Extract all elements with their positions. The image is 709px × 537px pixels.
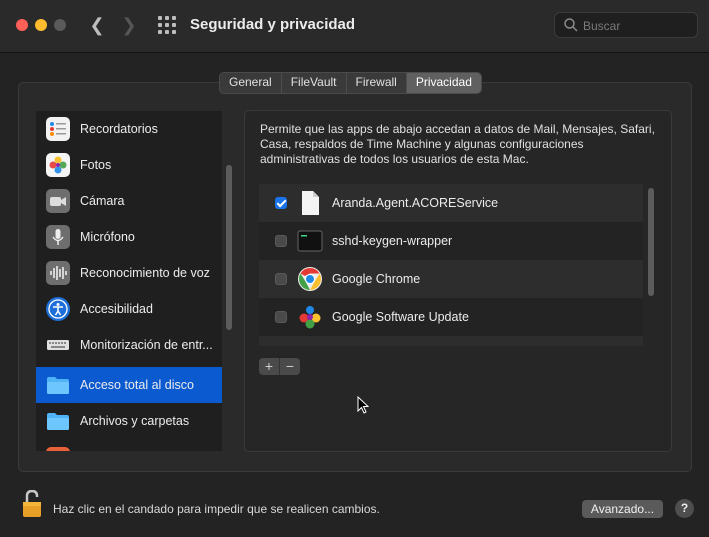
app-checkbox[interactable] [275, 197, 287, 209]
app-row-aranda[interactable]: Aranda.Agent.ACOREService [259, 184, 643, 222]
keyboard-icon [46, 333, 70, 357]
document-icon [297, 190, 323, 216]
app-name: sshd-keygen-wrapper [332, 234, 453, 248]
app-checkbox[interactable] [275, 235, 287, 247]
sidebar-item-acceso-total-al-disco[interactable]: Acceso total al disco [36, 367, 222, 403]
folder-icon [46, 373, 70, 397]
sidebar-item-label: Reconocimiento de voz [80, 266, 210, 280]
folder-icon [46, 409, 70, 433]
forward-icon[interactable]: ❯ [118, 14, 140, 36]
sidebar-item-archivos-y-carpetas[interactable]: Archivos y carpetas [36, 403, 222, 439]
software-update-icon [297, 304, 323, 330]
speech-recognition-icon [46, 261, 70, 285]
search-input[interactable] [581, 16, 695, 36]
sidebar-item-partial[interactable] [36, 441, 222, 451]
partial-app-icon [297, 342, 323, 346]
tab-privacidad[interactable]: Privacidad [406, 73, 481, 93]
lock-message: Haz clic en el candado para impedir que … [53, 502, 380, 516]
privacy-category-list[interactable]: Recordatorios Fotos Cámara Micrófono Rec… [36, 111, 222, 451]
zoom-button[interactable] [54, 19, 66, 31]
search-field[interactable] [554, 12, 698, 38]
minimize-button[interactable] [35, 19, 47, 31]
tab-general[interactable]: General [220, 73, 282, 93]
sidebar-item-label: Recordatorios [80, 122, 158, 136]
add-app-button[interactable]: + [259, 358, 280, 375]
help-button[interactable]: ? [675, 499, 694, 518]
app-row-sshd-keygen-wrapper[interactable]: sshd-keygen-wrapper [259, 222, 643, 260]
chrome-icon [297, 266, 323, 292]
sidebar-item-label: Micrófono [80, 230, 135, 244]
app-list-scrollbar[interactable] [648, 188, 654, 296]
sidebar-item-label: Cámara [80, 194, 125, 208]
show-all-grid-icon[interactable] [158, 16, 176, 34]
sidebar-item-label: Fotos [80, 158, 112, 172]
app-name: Aranda.Agent.ACOREService [332, 196, 499, 210]
sidebar-item-label: Accesibilidad [80, 302, 153, 316]
app-row-google-chrome[interactable]: Google Chrome [259, 260, 643, 298]
back-icon[interactable]: ❮ [86, 14, 108, 36]
window: ❮ ❯ Seguridad y privacidad General FileV… [0, 0, 709, 537]
sidebar-item-microfono[interactable]: Micrófono [36, 219, 222, 255]
app-list[interactable]: Aranda.Agent.ACOREService sshd-keygen-wr… [259, 184, 643, 346]
accessibility-icon [46, 297, 70, 321]
sidebar-item-label: Acceso total al disco [80, 378, 194, 392]
sidebar-scrollbar[interactable] [226, 165, 232, 330]
partial-app-icon [46, 447, 70, 451]
advanced-button[interactable]: Avanzado... [582, 500, 663, 518]
unlocked-padlock-icon[interactable] [22, 490, 42, 518]
window-title: Seguridad y privacidad [190, 16, 356, 33]
remove-app-button[interactable]: − [280, 358, 300, 375]
photos-icon [46, 153, 70, 177]
text-cursor-icon [357, 396, 369, 414]
sidebar-item-recordatorios[interactable]: Recordatorios [36, 111, 222, 147]
sidebar-item-label: Archivos y carpetas [80, 414, 190, 428]
access-description: Permite que las apps de abajo accedan a … [260, 122, 655, 166]
app-row-partial[interactable] [259, 336, 643, 346]
title-bar: ❮ ❯ Seguridad y privacidad [0, 0, 709, 53]
app-checkbox[interactable] [275, 311, 287, 323]
microphone-icon [46, 225, 70, 249]
sidebar-item-monitorizacion-de-entrada[interactable]: Monitorización de entr... [36, 327, 222, 363]
reminders-icon [46, 117, 70, 141]
sidebar-item-label: Monitorización de entr... [80, 338, 213, 352]
app-name: Google Chrome [332, 272, 421, 286]
app-checkbox[interactable] [275, 273, 287, 285]
sidebar-item-reconocimiento-de-voz[interactable]: Reconocimiento de voz [36, 255, 222, 291]
tab-firewall[interactable]: Firewall [347, 73, 407, 93]
sidebar-item-accesibilidad[interactable]: Accesibilidad [36, 291, 222, 327]
app-row-google-software-update[interactable]: Google Software Update [259, 298, 643, 336]
app-name: Google Software Update [332, 310, 469, 324]
search-icon [564, 18, 578, 32]
close-button[interactable] [16, 19, 28, 31]
add-remove-control: + − [259, 358, 300, 376]
sidebar-item-fotos[interactable]: Fotos [36, 147, 222, 183]
tab-filevault[interactable]: FileVault [282, 73, 347, 93]
tab-bar: General FileVault Firewall Privacidad [219, 72, 482, 94]
sidebar-item-camara[interactable]: Cámara [36, 183, 222, 219]
terminal-icon [297, 228, 323, 254]
camera-icon [46, 189, 70, 213]
